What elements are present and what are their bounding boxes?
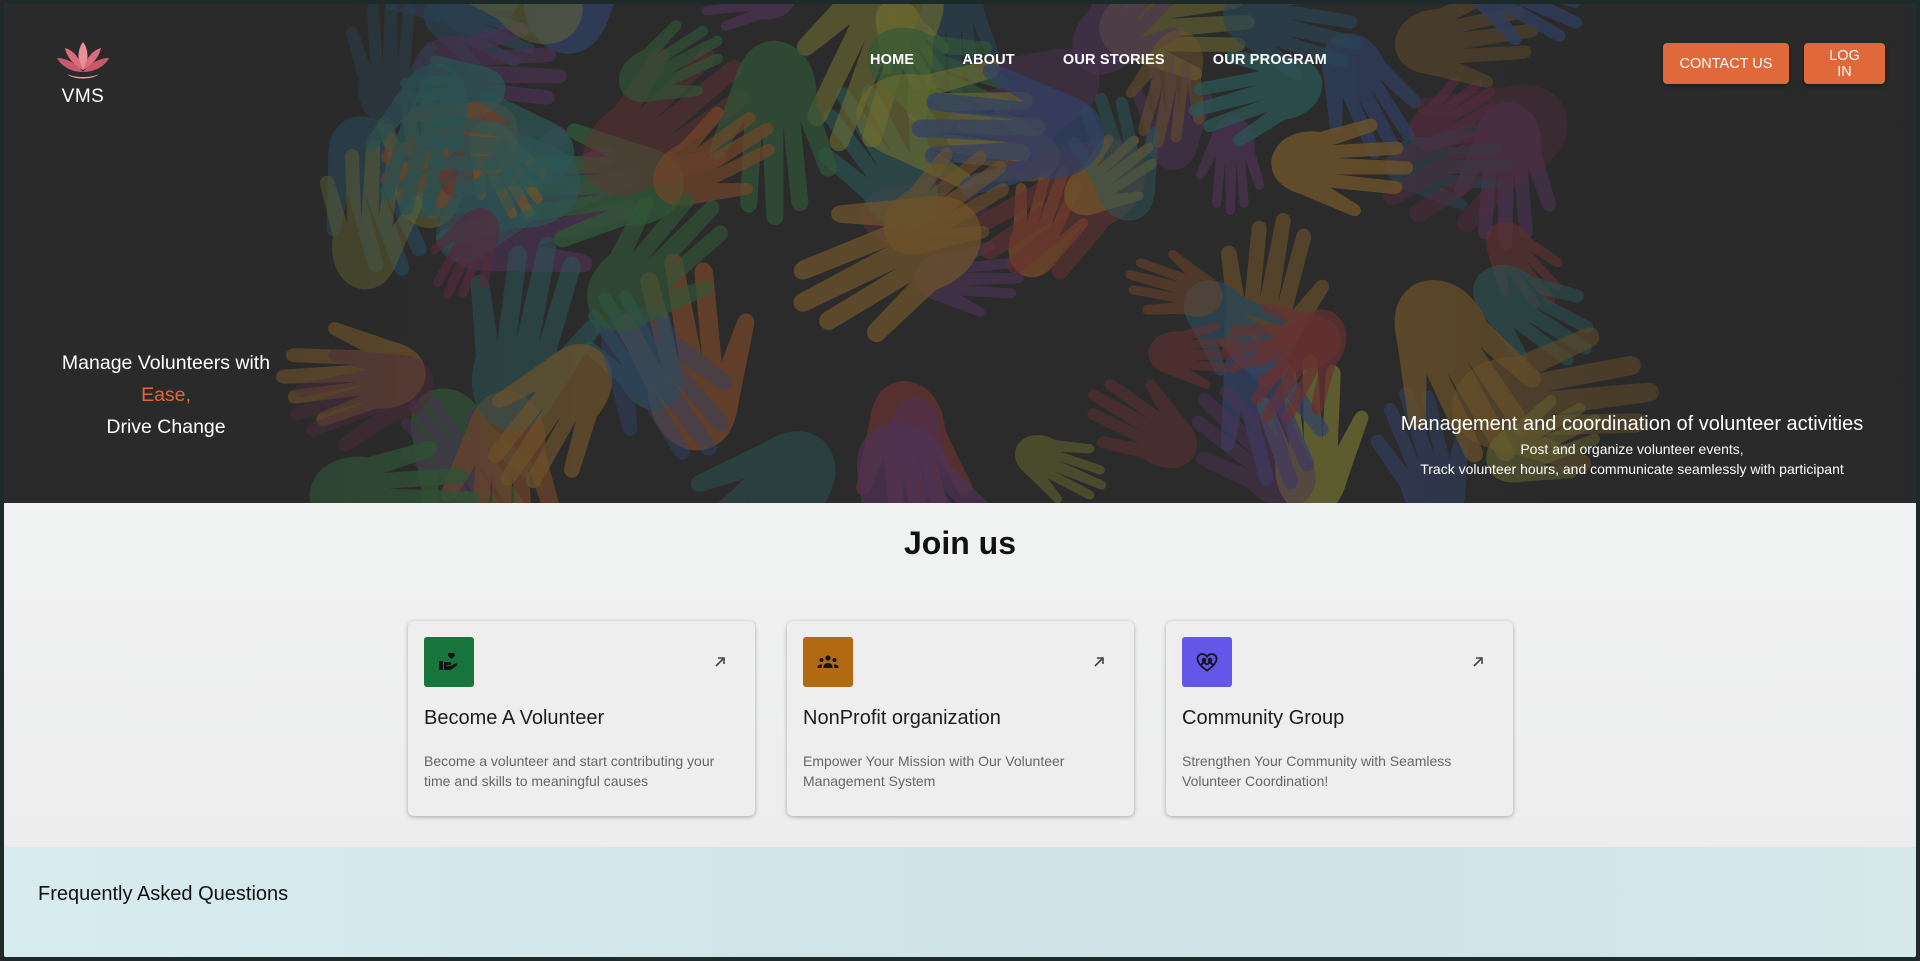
hero-tagline-line1: Manage Volunteers with	[61, 352, 271, 374]
lotus-icon	[55, 38, 111, 84]
log-in-button[interactable]: LOG IN	[1804, 43, 1885, 84]
contact-us-button[interactable]: CONTACT US	[1663, 43, 1789, 84]
nav-our-program[interactable]: OUR PROGRAM	[1213, 52, 1327, 68]
community-heart-icon	[1182, 637, 1232, 687]
hero-description: Management and coordination of volunteer…	[1388, 409, 1876, 479]
faq-title: Frequently Asked Questions	[38, 883, 289, 905]
hero-description-heading: Management and coordination of volunteer…	[1400, 413, 1864, 435]
hero-description-line1: Post and organize volunteer events,	[1520, 441, 1744, 457]
join-section: Join us Become A Volunteer Become a volu…	[4, 503, 1916, 847]
card-become-volunteer[interactable]: Become A Volunteer Become a volunteer an…	[408, 621, 755, 816]
arrow-up-right-icon[interactable]	[1090, 653, 1108, 671]
card-title: Community Group	[1182, 707, 1345, 729]
arrow-up-right-icon[interactable]	[711, 653, 729, 671]
brand-name: VMS	[61, 86, 105, 107]
hero-description-line2: Track volunteer hours, and communicate s…	[1420, 461, 1844, 477]
volunteer-hand-heart-icon	[424, 637, 474, 687]
hero-tagline-line3: Drive Change	[106, 416, 226, 438]
faq-section: Frequently Asked Questions	[4, 847, 1916, 957]
card-title: NonProfit organization	[803, 707, 1001, 729]
card-community-group[interactable]: Community Group Strengthen Your Communit…	[1166, 621, 1513, 816]
join-title: Join us	[903, 525, 1016, 561]
card-description: Empower Your Mission with Our Volunteer …	[803, 753, 1065, 789]
main-nav: HOME ABOUT OUR STORIES OUR PROGRAM	[870, 52, 1327, 68]
hero-section: VMS HOME ABOUT OUR STORIES OUR PROGRAM C…	[4, 4, 1916, 503]
brand-logo[interactable]: VMS	[50, 38, 116, 108]
card-title: Become A Volunteer	[424, 707, 605, 729]
nav-our-stories[interactable]: OUR STORIES	[1063, 52, 1165, 68]
groups-icon	[803, 637, 853, 687]
card-description: Strengthen Your Community with Seamless …	[1182, 753, 1452, 789]
card-nonprofit-organization[interactable]: NonProfit organization Empower Your Miss…	[787, 621, 1134, 816]
hero-tagline: Manage Volunteers with Ease, Drive Chang…	[46, 347, 286, 443]
nav-home[interactable]: HOME	[870, 52, 914, 68]
card-description: Become a volunteer and start contributin…	[424, 753, 715, 789]
arrow-up-right-icon[interactable]	[1469, 653, 1487, 671]
hero-tagline-accent: Ease,	[141, 384, 191, 406]
nav-about[interactable]: ABOUT	[962, 52, 1015, 68]
page-frame: VMS HOME ABOUT OUR STORIES OUR PROGRAM C…	[0, 0, 1920, 961]
